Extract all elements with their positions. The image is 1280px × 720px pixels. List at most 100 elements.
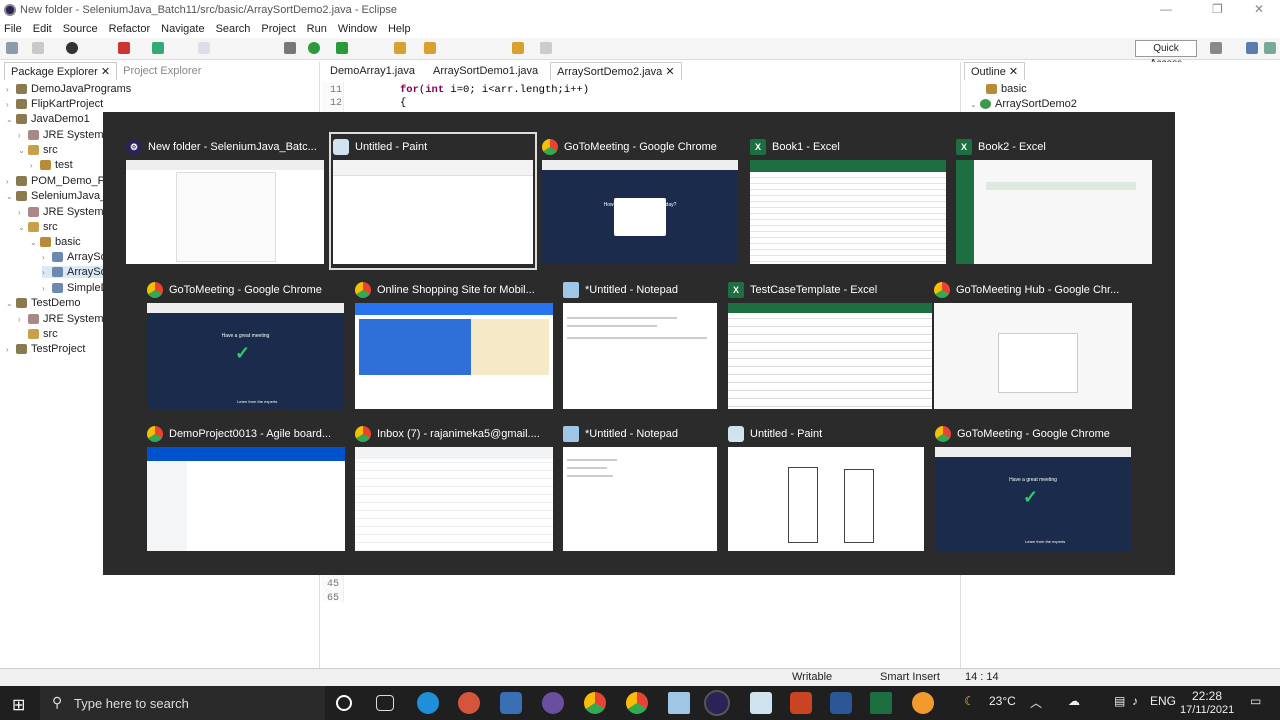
forward-icon[interactable]: [540, 42, 552, 54]
switcher-window[interactable]: DemoProject0013 - Agile board...: [147, 423, 345, 553]
switcher-window[interactable]: X Book1 - Excel: [750, 136, 946, 266]
clock-date[interactable]: 17/11/2021: [1180, 704, 1234, 716]
tree-item[interactable]: ⌄ TestDemo: [6, 297, 81, 309]
menu-file[interactable]: File: [4, 23, 22, 35]
menu-refactor[interactable]: Refactor: [109, 23, 151, 35]
calculator-icon[interactable]: [500, 692, 522, 714]
app-icon[interactable]: [542, 692, 564, 714]
back-icon[interactable]: [512, 42, 524, 54]
tab-arraysortdemo1[interactable]: ArraySortDemo1.java: [427, 62, 544, 80]
minimize-button[interactable]: —: [1160, 2, 1172, 16]
language-indicator[interactable]: ENG: [1150, 694, 1176, 708]
menu-source[interactable]: Source: [63, 23, 98, 35]
open-type-icon[interactable]: [394, 42, 406, 54]
window-thumbnail: [728, 303, 932, 409]
word-icon[interactable]: [830, 692, 852, 714]
toggle-icon[interactable]: [198, 42, 210, 54]
tree-item[interactable]: › FlipKartProject: [6, 98, 103, 110]
tab-project-explorer[interactable]: Project Explorer: [117, 62, 207, 80]
switcher-window-selected[interactable]: Untitled - Paint: [329, 132, 537, 270]
tab-package-explorer[interactable]: Package Explorer ✕: [4, 62, 118, 80]
switcher-window[interactable]: GoToMeeting - Google Chrome Have a great…: [935, 423, 1131, 553]
close-button[interactable]: ✕: [1254, 2, 1264, 16]
gear-icon[interactable]: [284, 42, 296, 54]
left-pane-tabs: Package Explorer ✕ Project Explorer: [4, 62, 207, 80]
coverage-icon[interactable]: [152, 42, 164, 54]
windows-start-icon[interactable]: ⊞: [12, 695, 25, 715]
menu-window[interactable]: Window: [338, 23, 377, 35]
java-perspective-icon[interactable]: [1246, 42, 1258, 54]
chrome-icon[interactable]: [626, 692, 648, 714]
task-view-icon[interactable]: [376, 695, 394, 711]
tree-item[interactable]: ⌄ JavaDemo1: [6, 113, 90, 125]
tree-item[interactable]: ⌄ basic: [30, 236, 81, 248]
chevron-up-icon[interactable]: ︿: [1030, 694, 1042, 711]
powerpoint-icon[interactable]: [790, 692, 812, 714]
window-thumbnail: [355, 303, 553, 409]
switcher-window[interactable]: Untitled - Paint: [728, 423, 924, 553]
run-icon[interactable]: [308, 42, 320, 54]
edge-icon[interactable]: [417, 692, 439, 714]
paint-icon[interactable]: [750, 692, 772, 714]
menu-help[interactable]: Help: [388, 23, 411, 35]
maximize-button[interactable]: ❐: [1212, 2, 1223, 16]
outline-item[interactable]: basic: [986, 83, 1027, 95]
menu-bar: File Edit Source Refactor Navigate Searc…: [0, 20, 1280, 38]
external-tools-icon[interactable]: [336, 42, 348, 54]
switcher-window[interactable]: GoToMeeting Hub - Google Chr...: [934, 279, 1132, 409]
menu-project[interactable]: Project: [261, 23, 295, 35]
tree-item[interactable]: ⌄ src: [18, 144, 58, 156]
cloud-icon[interactable]: ☁: [1068, 694, 1080, 708]
notepad-icon: [563, 282, 579, 298]
switcher-window[interactable]: ⚙ New folder - SeleniumJava_Batc...: [126, 136, 324, 266]
tree-item[interactable]: › test: [30, 159, 73, 171]
debug-perspective-icon[interactable]: [1264, 42, 1276, 54]
chrome-icon[interactable]: [584, 692, 606, 714]
quick-access-field[interactable]: Quick Access: [1135, 40, 1197, 69]
menu-search[interactable]: Search: [216, 23, 251, 35]
notepad-icon[interactable]: [668, 692, 690, 714]
app-icon[interactable]: [458, 692, 480, 714]
tab-arraysortdemo2[interactable]: ArraySortDemo2.java ✕: [550, 62, 682, 80]
switcher-window[interactable]: Inbox (7) - rajanimeka5@gmail....: [355, 423, 553, 553]
switcher-window[interactable]: *Untitled - Notepad: [563, 423, 717, 553]
search-icon[interactable]: [424, 42, 436, 54]
tab-demoarray1[interactable]: DemoArray1.java: [324, 62, 421, 80]
debug-icon[interactable]: [66, 42, 78, 54]
code-line: for(int i=0; i<arr.length;i++): [400, 84, 590, 96]
chrome-icon: [355, 282, 371, 298]
excel-icon: X: [750, 139, 766, 155]
weather-temperature[interactable]: 23°C: [989, 694, 1016, 708]
switcher-window[interactable]: GoToMeeting - Google Chrome Have a great…: [147, 279, 344, 409]
tree-item[interactable]: ⌄ src: [18, 221, 58, 233]
volume-icon[interactable]: ♪: [1132, 694, 1138, 708]
network-icon[interactable]: ▤: [1114, 694, 1125, 708]
menu-run[interactable]: Run: [307, 23, 327, 35]
save-icon[interactable]: [32, 42, 44, 54]
skip-breakpoints-icon[interactable]: [118, 42, 130, 54]
switcher-window[interactable]: X Book2 - Excel: [956, 136, 1152, 266]
notifications-icon[interactable]: ▭: [1250, 694, 1261, 708]
tree-item[interactable]: src: [18, 328, 58, 340]
tab-outline[interactable]: Outline ✕: [964, 62, 1026, 80]
switcher-window[interactable]: Online Shopping Site for Mobil...: [355, 279, 553, 409]
switcher-window[interactable]: X TestCaseTemplate - Excel: [728, 279, 932, 409]
clock-time[interactable]: 22:28: [1192, 689, 1222, 703]
menu-navigate[interactable]: Navigate: [161, 23, 204, 35]
switcher-window[interactable]: *Untitled - Notepad: [563, 279, 717, 409]
eclipse-icon: [4, 4, 16, 16]
tree-item[interactable]: › DemoJavaPrograms: [6, 83, 131, 95]
eclipse-icon[interactable]: [704, 690, 730, 716]
window-thumbnail: Have a great meeting ✓ Learn from the ex…: [147, 303, 344, 409]
outline-item[interactable]: ⌄ ArraySortDemo2: [970, 98, 1077, 110]
excel-icon[interactable]: [870, 692, 892, 714]
perspective-icon[interactable]: [1210, 42, 1222, 54]
taskbar-search-box[interactable]: ⚲ Type here to search: [40, 686, 325, 720]
menu-edit[interactable]: Edit: [33, 23, 52, 35]
cortana-icon[interactable]: [336, 695, 352, 711]
new-icon[interactable]: [6, 42, 18, 54]
tree-item[interactable]: › TestProject: [6, 343, 85, 355]
app-icon[interactable]: [912, 692, 934, 714]
search-icon: ⚲: [52, 694, 63, 710]
switcher-window[interactable]: GoToMeeting - Google Chrome How do you w…: [542, 136, 738, 266]
